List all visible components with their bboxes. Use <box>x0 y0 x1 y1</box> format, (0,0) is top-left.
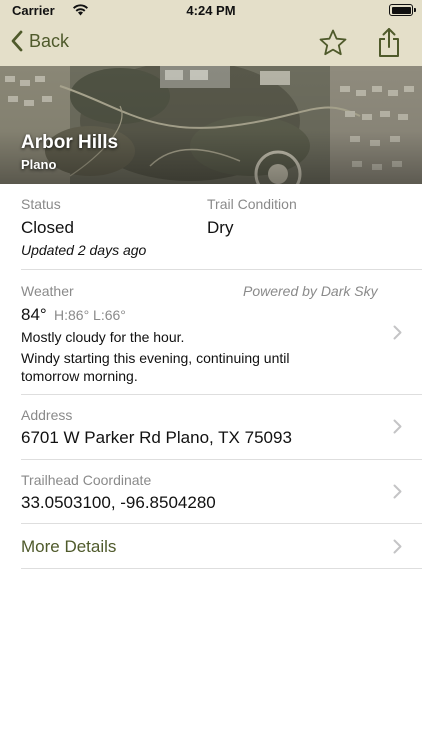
back-button[interactable]: Back <box>10 30 69 52</box>
weather-day-summary-line1: Windy starting this evening, continuing … <box>21 350 290 366</box>
coordinate-label: Trailhead Coordinate <box>21 472 152 488</box>
coordinate-value: 33.0503100, -96.8504280 <box>21 493 216 512</box>
weather-temperature: 84° <box>21 305 47 324</box>
battery-icon <box>389 4 416 16</box>
clock: 4:24 PM <box>186 3 236 18</box>
address-value: 6701 W Parker Rd Plano, TX 75093 <box>21 428 292 447</box>
chevron-left-icon <box>11 30 23 52</box>
back-label: Back <box>29 30 70 51</box>
status-value: Closed <box>21 218 74 237</box>
trail-city: Plano <box>21 157 57 172</box>
address-row[interactable]: Address 6701 W Parker Rd Plano, TX 75093 <box>0 395 422 459</box>
aerial-map-image <box>0 66 422 184</box>
weather-day-summary-line2: tomorrow morning. <box>21 368 138 384</box>
chevron-right-icon <box>393 325 402 340</box>
trail-condition-value: Dry <box>207 218 234 237</box>
weather-high-low: H:86° L:66° <box>54 307 126 323</box>
trail-condition-label: Trail Condition <box>207 196 297 212</box>
weather-hour-summary: Mostly cloudy for the hour. <box>21 329 185 345</box>
favorite-star-icon[interactable] <box>318 28 348 58</box>
trail-hero-image: Arbor Hills Plano <box>0 66 422 184</box>
divider <box>21 568 422 569</box>
status-label: Status <box>21 196 61 212</box>
chevron-right-icon <box>393 539 402 554</box>
weather-label: Weather <box>21 283 74 299</box>
more-details-label: More Details <box>21 537 117 556</box>
status-updated: Updated 2 days ago <box>21 242 147 258</box>
share-icon[interactable] <box>376 27 402 59</box>
more-details-row[interactable]: More Details <box>0 524 422 568</box>
dark-sky-credit[interactable]: Powered by Dark Sky <box>243 283 378 299</box>
chevron-right-icon <box>393 419 402 434</box>
chevron-right-icon <box>393 484 402 499</box>
coordinate-row[interactable]: Trailhead Coordinate 33.0503100, -96.850… <box>0 460 422 524</box>
status-bar: Carrier 4:24 PM <box>0 0 422 22</box>
trail-title: Arbor Hills <box>21 132 119 153</box>
address-label: Address <box>21 407 73 423</box>
weather-row[interactable]: Weather Powered by Dark Sky 84° H:86° L:… <box>0 270 422 394</box>
navigation-bar: Back <box>0 22 422 66</box>
status-section: Status Closed Updated 2 days ago Trail C… <box>0 184 422 270</box>
